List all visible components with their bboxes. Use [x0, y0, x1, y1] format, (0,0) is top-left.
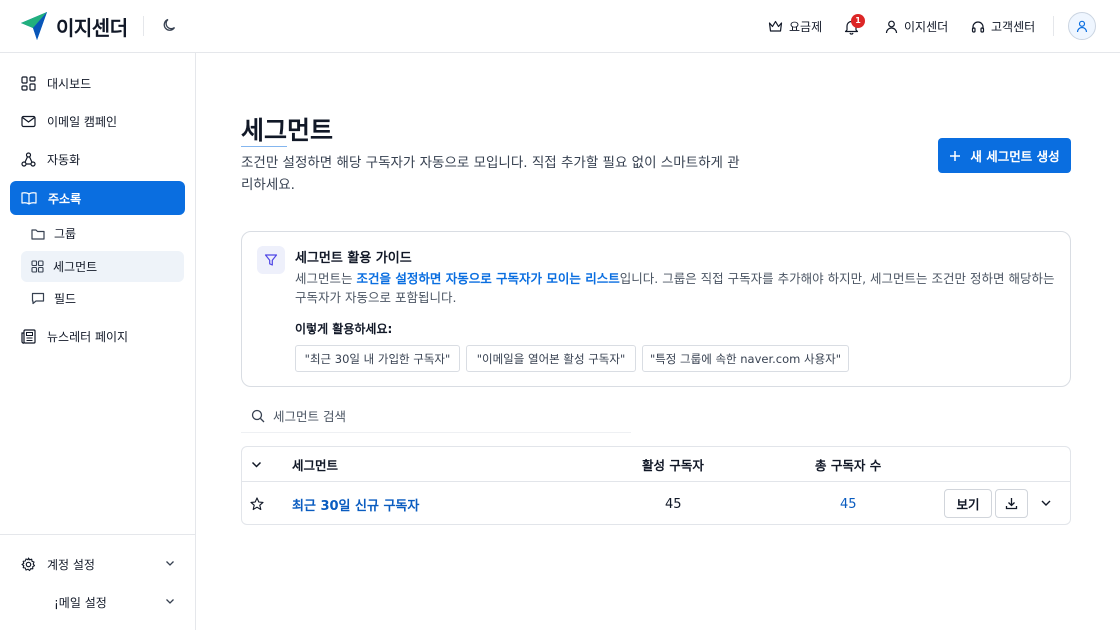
gear-icon [21, 556, 36, 571]
download-button[interactable] [995, 489, 1028, 518]
guide-text-highlight: 조건을 설정하면 자동으로 구독자가 모이는 리스트 [356, 271, 620, 286]
support-link[interactable]: 고객센터 [971, 0, 1035, 53]
filter-icon [264, 254, 278, 266]
favorite-toggle[interactable] [250, 483, 264, 525]
guide-text: 세그먼트는 조건을 설정하면 자동으로 구독자가 모이는 리스트입니다. 그룹은… [295, 269, 1055, 307]
paper-plane-icon [21, 12, 47, 40]
chevron-down-icon [166, 561, 174, 566]
sidebar-item-email-campaign[interactable]: 이메일 캠페인 [10, 104, 185, 138]
newspaper-icon [21, 328, 36, 344]
dashboard-icon [21, 75, 36, 91]
sidebar-item-newsletter-page[interactable]: 뉴스레터 페이지 [10, 319, 185, 353]
column-header-active[interactable]: 활성 구독자 [642, 447, 704, 482]
account-link[interactable]: 이지센더 [885, 0, 948, 53]
sidebar-subitem-segment[interactable]: 세그먼트 [21, 251, 184, 282]
account-settings-toggle[interactable]: 계정 설정 [21, 549, 176, 579]
automation-icon [21, 151, 36, 167]
chat-icon [31, 292, 45, 305]
example-chip: "특정 그룹에 속한 naver.com 사용자" [642, 345, 849, 372]
page-title: 세그먼트 [241, 116, 334, 145]
crown-icon [768, 20, 783, 32]
segment-guide-card: 세그먼트 활용 가이드 세그먼트는 조건을 설정하면 자동으로 구독자가 모이는… [241, 231, 1071, 387]
example-chip: "최근 30일 내 가입한 구독자" [295, 345, 460, 372]
grid-icon [31, 260, 44, 273]
active-subscribers-value: 45 [665, 496, 682, 512]
sidebar-item-label: 자동화 [47, 152, 81, 167]
notification-badge: 1 [851, 13, 865, 28]
new-segment-label: 새 세그먼트 생성 [970, 149, 1060, 164]
select-all-toggle[interactable] [250, 447, 263, 482]
logo[interactable]: 이지센더 [20, 11, 128, 41]
support-label: 고객센터 [991, 20, 1036, 34]
folder-icon [31, 228, 45, 240]
title-underline [241, 146, 287, 147]
account-label: 이지센더 [904, 20, 949, 34]
column-header-total[interactable]: 총 구독자 수 [815, 447, 881, 482]
table-header: 세그먼트 활성 구독자 총 구독자 수 [242, 447, 1070, 482]
user-icon [1076, 20, 1088, 32]
notification-button[interactable]: 1 [844, 0, 865, 53]
chevron-down-icon [166, 599, 174, 604]
guide-text-before: 세그먼트는 [295, 271, 357, 286]
download-icon [1005, 498, 1018, 510]
avatar[interactable] [1068, 12, 1096, 40]
sidebar-subitem-label: 그룹 [54, 227, 77, 241]
sidebar-item-dashboard[interactable]: 대시보드 [10, 66, 185, 100]
header-divider [143, 16, 144, 36]
guide-subtitle: 이렇게 활용하세요: [295, 322, 393, 336]
sidebar-item-label: 주소록 [48, 191, 82, 206]
guide-title: 세그먼트 활용 가이드 [295, 251, 412, 266]
sidebar-subitem-label: 세그먼트 [53, 260, 98, 274]
sidebar-item-automation[interactable]: 자동화 [10, 142, 185, 176]
sidebar-item-label: 뉴스레터 페이지 [47, 329, 129, 344]
mail-settings-label: ¡메일 설정 [54, 595, 107, 610]
sidebar-item-address-book[interactable]: 주소록 [10, 181, 185, 215]
account-settings-label: 계정 설정 [47, 557, 95, 572]
page-description: 조건만 설정하면 해당 구독자가 자동으로 모입니다. 직접 추가할 필요 없이… [241, 155, 740, 193]
header-divider-right [1053, 16, 1054, 36]
book-icon [21, 192, 37, 205]
headset-icon [971, 20, 985, 33]
pricing-link[interactable]: 요금제 [768, 0, 822, 53]
moon-icon[interactable] [162, 17, 178, 33]
chevron-down-icon[interactable] [1039, 496, 1053, 510]
total-subscribers-link[interactable]: 45 [840, 483, 857, 525]
new-segment-button[interactable]: 새 세그먼트 생성 [938, 138, 1071, 173]
segment-table: 세그먼트 활성 구독자 총 구독자 수 최근 30일 신규 구독자 45 45 … [241, 446, 1071, 525]
sidebar-subitem-field[interactable]: 필드 [21, 283, 184, 314]
user-icon [885, 20, 898, 33]
sidebar-subitem-group[interactable]: 그룹 [21, 218, 184, 249]
segment-name-link[interactable]: 최근 30일 신규 구독자 [292, 483, 419, 525]
mail-icon [21, 115, 36, 127]
column-header-segment[interactable]: 세그먼트 [292, 447, 338, 482]
pricing-label: 요금제 [789, 20, 823, 34]
sidebar-item-label: 대시보드 [47, 76, 92, 91]
example-chip: "이메일을 열어본 활성 구독자" [466, 345, 636, 372]
sidebar: 대시보드 이메일 캠페인 자동화 주소록 그룹 세그먼트 필드 뉴스레터 페이지… [0, 53, 196, 630]
search-input[interactable]: 세그먼트 검색 [273, 406, 346, 425]
segment-search[interactable]: 세그먼트 검색 [241, 399, 631, 433]
view-button[interactable]: 보기 [944, 489, 992, 518]
sidebar-item-label: 이메일 캠페인 [47, 114, 118, 129]
mail-settings-toggle[interactable]: ¡메일 설정 [21, 587, 176, 617]
chevron-down-icon [251, 461, 262, 468]
sidebar-divider [0, 534, 195, 535]
plus-icon [950, 150, 961, 161]
star-icon [250, 497, 264, 511]
search-icon [251, 409, 265, 422]
table-row: 최근 30일 신규 구독자 45 45 보기 [242, 483, 1070, 525]
brand-name: 이지센더 [56, 15, 128, 40]
top-header: 이지센더 요금제 1 이지센더 고객센터 [0, 0, 1120, 53]
filter-icon-wrap [257, 246, 285, 274]
sidebar-subitem-label: 필드 [54, 292, 77, 306]
